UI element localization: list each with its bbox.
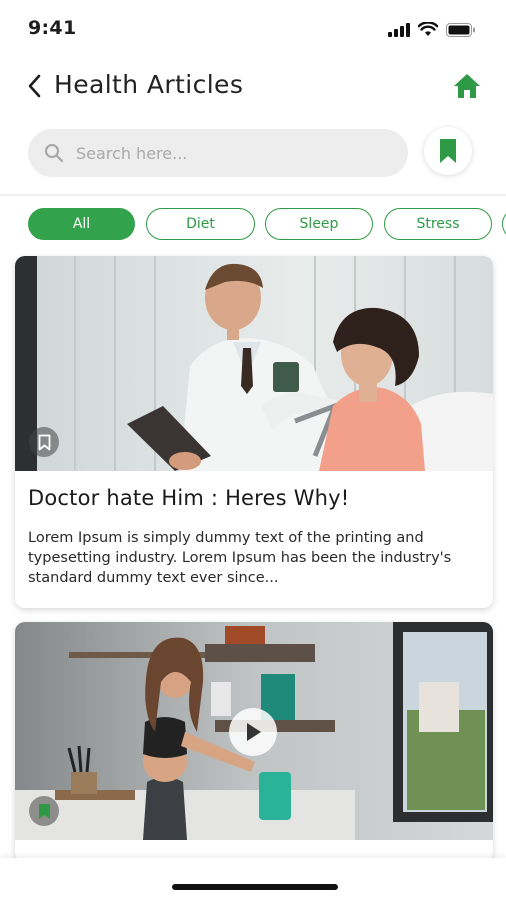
status-time: 9:41 — [28, 17, 77, 39]
article-card[interactable] — [15, 622, 493, 862]
category-chips: All Diet Sleep Stress — [0, 208, 506, 244]
divider — [0, 194, 506, 196]
home-indicator[interactable] — [172, 884, 338, 890]
page-title: Health Articles — [54, 70, 244, 99]
bottom-safe-area — [0, 858, 506, 900]
article-bookmark-button[interactable] — [29, 427, 59, 457]
article-description: Lorem Ipsum is simply dummy text of the … — [28, 530, 452, 586]
chip-sleep[interactable]: Sleep — [265, 208, 373, 240]
chevron-left-icon — [28, 74, 41, 98]
wifi-icon — [418, 22, 438, 36]
bookmark-outline-icon — [38, 434, 50, 450]
search-row — [0, 122, 506, 186]
saved-articles-button[interactable] — [424, 127, 472, 175]
battery-icon — [446, 22, 475, 37]
chip-stress[interactable]: Stress — [384, 208, 492, 240]
home-icon — [454, 74, 480, 98]
chip-diet[interactable]: Diet — [146, 208, 255, 240]
search-input[interactable] — [74, 142, 378, 164]
article-title: Doctor hate Him : Heres Why! — [28, 486, 350, 510]
bookmark-icon — [440, 139, 456, 163]
bookmark-filled-icon — [38, 803, 50, 819]
article-bookmark-button[interactable] — [29, 796, 59, 826]
article-image — [15, 622, 493, 840]
search-icon — [45, 144, 64, 163]
chip-partial[interactable] — [502, 208, 506, 240]
article-card[interactable]: Doctor hate Him : Heres Why! Lorem Ipsum… — [15, 256, 493, 608]
home-button[interactable] — [452, 72, 482, 100]
app-header: Health Articles — [0, 58, 506, 114]
search-bar[interactable] — [28, 129, 408, 177]
article-image — [15, 256, 493, 471]
cellular-signal-icon — [388, 22, 410, 37]
doctor-with-patient-photo — [15, 256, 493, 471]
back-button[interactable] — [22, 72, 46, 100]
status-icons — [388, 22, 476, 37]
play-icon — [247, 723, 261, 741]
play-video-button[interactable] — [229, 708, 277, 756]
status-bar: 9:41 — [0, 0, 506, 58]
chip-all[interactable]: All — [28, 208, 135, 240]
